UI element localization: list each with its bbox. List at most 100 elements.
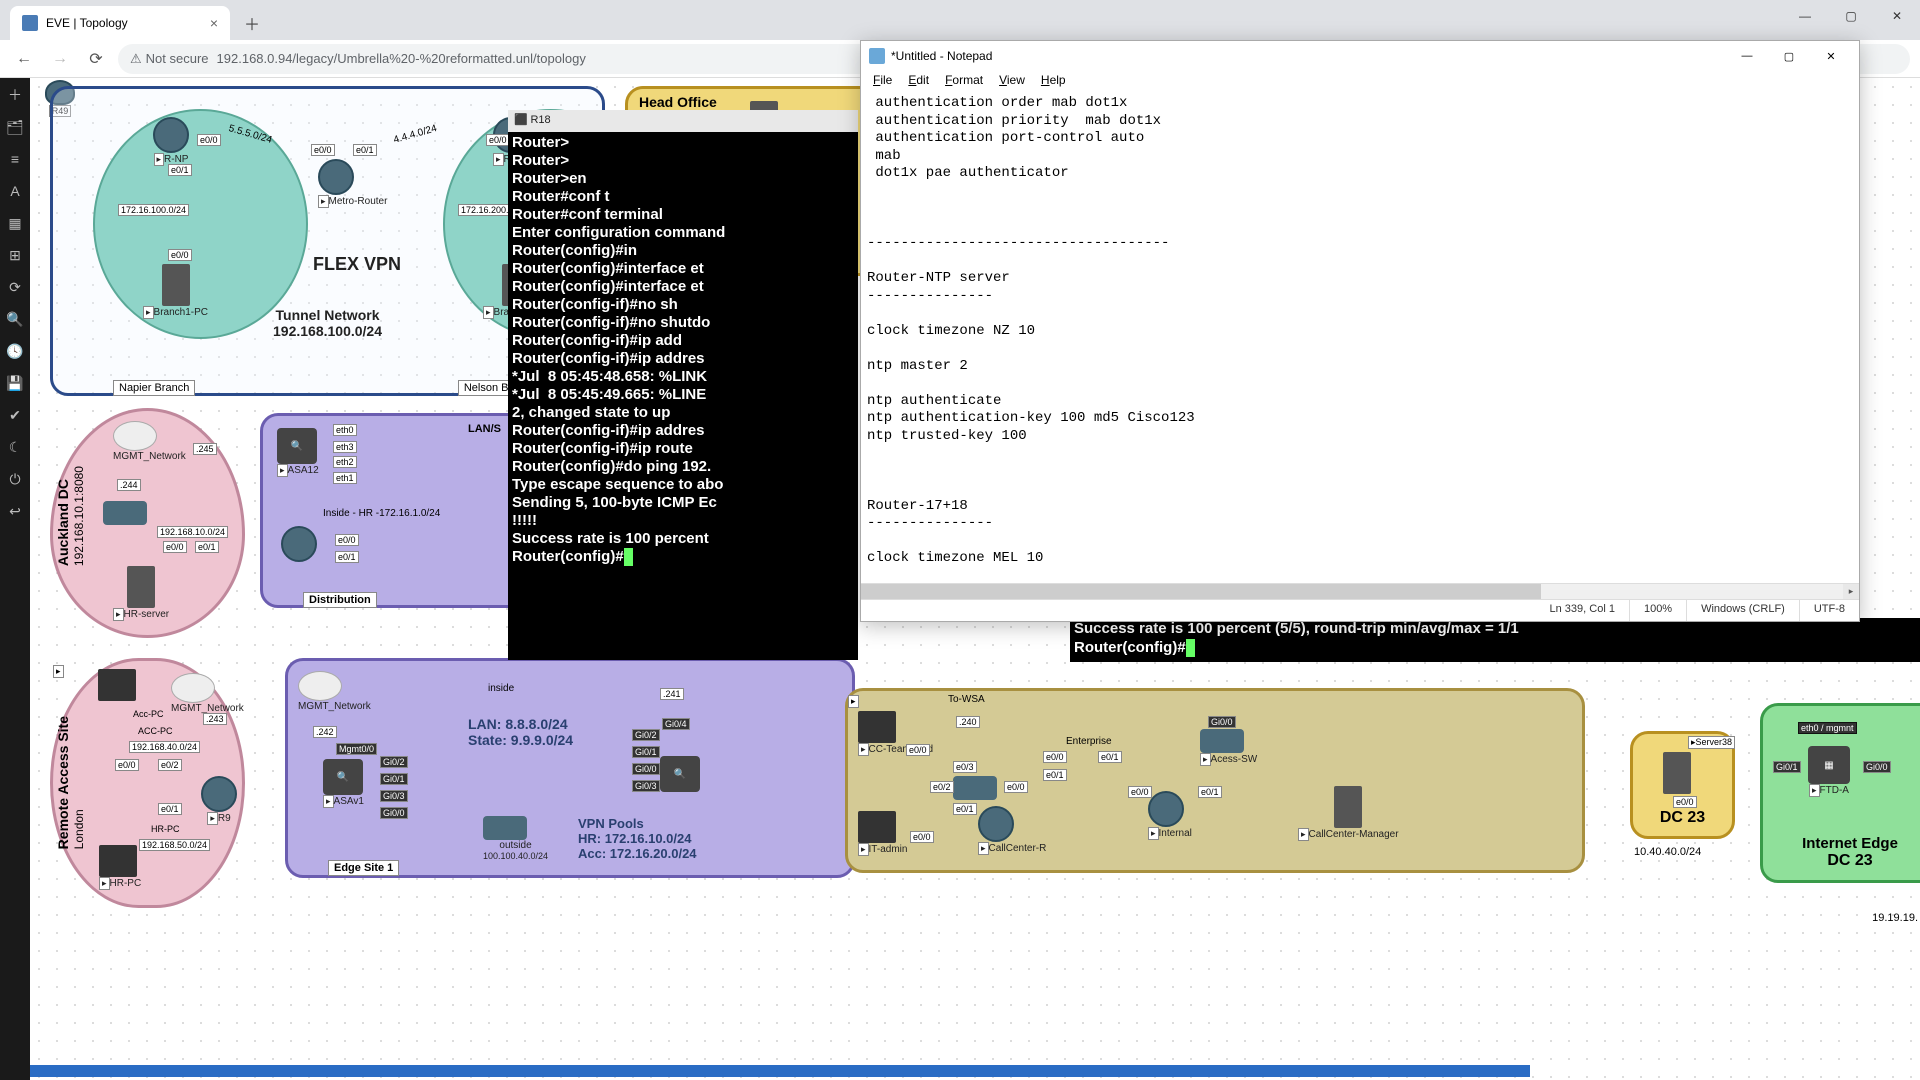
check-icon[interactable]: ✔ <box>6 406 24 424</box>
node-mgmt[interactable]: MGMT_Network <box>298 671 371 712</box>
node-hr-server[interactable]: ▸HR-server <box>113 566 169 621</box>
eve-sidebar: ＋ 🗂 ≡ A ▦ ⊞ ⟳ 🔍 🕓 💾 ✔ ☾ ⏻ ↩ <box>0 78 30 1080</box>
region-label: Head Office <box>634 93 722 111</box>
region-distribution[interactable]: LAN/S 🔍▸ASA12 eth0 eth3 eth2 eth1 Inside… <box>260 413 540 608</box>
pool-label: LAN: 8.8.8.0/24 State: 9.9.9.0/24 <box>468 716 573 748</box>
node-asav2[interactable]: 🔍 <box>660 756 700 792</box>
iface: Gi0/3 <box>380 790 408 802</box>
region-edge-site-1[interactable]: MGMT_Network .242 Mgmt0/0 🔍▸ASAv1 Gi0/2 … <box>285 658 855 878</box>
node-ftd-a[interactable]: ▦▸FTD-A <box>1808 746 1850 797</box>
grid2-icon[interactable]: ⊞ <box>6 246 24 264</box>
node-metro[interactable]: ▸Metro-Router <box>318 159 387 208</box>
node-server38[interactable] <box>1663 752 1691 794</box>
moon-icon[interactable]: ☾ <box>6 438 24 456</box>
bottom-bar <box>30 1065 1530 1077</box>
reload-button[interactable]: ⟳ <box>82 45 110 73</box>
menu-file[interactable]: File <box>867 71 898 93</box>
subnet: 192.168.40.0/24 <box>129 741 200 753</box>
iface: Gi0/2 <box>632 729 660 741</box>
close-icon[interactable]: × <box>210 15 218 31</box>
node-mgmt[interactable]: MGMT_Network <box>171 673 244 714</box>
menu-help[interactable]: Help <box>1035 71 1072 93</box>
node-hr-pc[interactable]: ▸HR-PC <box>99 845 141 890</box>
region-auckland-dc[interactable]: Auckland DC192.168.10.1:8080 MGMT_Networ… <box>50 408 245 638</box>
font-icon[interactable]: A <box>6 182 24 200</box>
clock-icon[interactable]: 🕓 <box>6 342 24 360</box>
terminal-r18[interactable]: ⬛ R18 Router> Router> Router>en Router#c… <box>508 110 858 660</box>
url-text: 192.168.0.94/legacy/Umbrella%20-%20refor… <box>217 51 586 66</box>
menu-format[interactable]: Format <box>939 71 989 93</box>
node-r9[interactable]: ▸R9 <box>201 776 237 825</box>
node-it-admin[interactable]: ▸IT-admin <box>858 811 907 856</box>
terminal-output-2[interactable]: Success rate is 100 percent (5/5), round… <box>1070 618 1920 662</box>
status-eol: Windows (CRLF) <box>1686 600 1799 621</box>
node-callcenter-r[interactable]: ▸CallCenter-R <box>978 806 1046 855</box>
notepad-menu-bar: File Edit Format View Help <box>861 71 1859 93</box>
region-label: Distribution <box>303 592 377 608</box>
iface: Gi0/4 <box>662 718 690 730</box>
region-label: FLEX VPN <box>313 254 401 275</box>
iface: Gi0/3 <box>632 780 660 792</box>
region-dc23[interactable]: ▸Server38 e0/0 DC 23 <box>1630 731 1735 839</box>
terminal-title-bar[interactable]: ⬛ R18 <box>508 110 858 132</box>
save-icon[interactable]: 💾 <box>6 374 24 392</box>
new-tab-button[interactable]: ＋ <box>238 9 266 37</box>
node-mgmt-net[interactable]: MGMT_Network <box>113 421 186 462</box>
refresh-icon[interactable]: ⟳ <box>6 278 24 296</box>
node-r-np[interactable]: ▸R-NP <box>153 117 189 166</box>
iface: e0/1 <box>195 541 219 553</box>
region-internet-edge[interactable]: eth0 / mgmnt ▦▸FTD-A Gi0/1 Gi0/0 Interne… <box>1760 703 1920 883</box>
menu-view[interactable]: View <box>993 71 1031 93</box>
power-icon[interactable]: ⏻ <box>6 470 24 488</box>
browser-tab[interactable]: EVE | Topology × <box>10 6 230 40</box>
notepad-title-bar[interactable]: *Untitled - Notepad — ▢ ✕ <box>861 41 1859 71</box>
iface: Mgmt0/0 <box>336 743 377 755</box>
node-cc-manager[interactable]: ▸CallCenter-Manager <box>1298 786 1399 841</box>
iface: e0/0 <box>311 144 335 156</box>
zoom-icon[interactable]: 🔍 <box>6 310 24 328</box>
maximize-button[interactable]: ▢ <box>1769 45 1809 67</box>
vpn-pools: VPN Pools HR: 172.16.10.0/24 Acc: 172.16… <box>578 816 697 861</box>
subnet: 19.19.19. <box>1872 912 1918 924</box>
region-remote-access[interactable]: Remote Access SiteLondon MGMT_Network ▸A… <box>50 658 245 908</box>
notepad-h-scrollbar[interactable]: ▸ <box>861 583 1859 599</box>
ip-label: .243 <box>203 713 227 725</box>
notepad-text-area[interactable]: authentication order mab dot1x authentic… <box>861 93 1859 583</box>
node-switch[interactable] <box>281 526 317 562</box>
menu-edit[interactable]: Edit <box>902 71 935 93</box>
minimize-button[interactable]: — <box>1727 45 1767 67</box>
status-position: Ln 339, Col 1 <box>1536 600 1629 621</box>
subnet: 192.168.10.0/24 <box>157 526 228 538</box>
node-switch[interactable] <box>103 501 147 525</box>
notepad-status-bar: Ln 339, Col 1 100% Windows (CRLF) UTF-8 <box>861 599 1859 621</box>
grid-icon[interactable]: ▦ <box>6 214 24 232</box>
wan-label: 4.4.4.0/24 <box>392 123 438 146</box>
region-label: Remote Access SiteLondon <box>55 716 87 849</box>
node-acc-pc-top[interactable] <box>98 669 136 701</box>
iface: e0/2 <box>158 759 182 771</box>
notepad-window[interactable]: *Untitled - Notepad — ▢ ✕ File Edit Form… <box>860 40 1860 622</box>
minimize-button[interactable]: — <box>1782 0 1828 32</box>
forward-button[interactable]: → <box>46 45 74 73</box>
region-callcenter[interactable]: To-WSA .240 ▸CC-TeamLead e0/0 e0/3 e0/2 … <box>845 688 1585 873</box>
list-icon[interactable]: ≡ <box>6 150 24 168</box>
node-switch[interactable] <box>953 776 997 800</box>
node-branch1[interactable]: ▸Branch1-PC <box>143 264 208 319</box>
node-internal[interactable]: ▸Internal <box>1148 791 1192 840</box>
security-indicator[interactable]: ⚠ Not secure <box>130 51 209 67</box>
iface: eth2 <box>333 456 357 468</box>
terminal-body[interactable]: Router> Router> Router>en Router#conf t … <box>508 132 858 568</box>
files-icon[interactable]: 🗂 <box>6 118 24 136</box>
lab-icon[interactable]: ↩ <box>6 502 24 520</box>
node-asa12[interactable]: 🔍▸ASA12 <box>277 428 319 477</box>
add-icon[interactable]: ＋ <box>6 86 24 104</box>
close-button[interactable]: ✕ <box>1811 45 1851 67</box>
back-button[interactable]: ← <box>10 45 38 73</box>
close-button[interactable]: ✕ <box>1874 0 1920 32</box>
notepad-icon <box>869 48 885 64</box>
node-outside-sw[interactable]: outside100.100.40.0/24 <box>483 816 548 862</box>
iface: e0/0 <box>168 249 192 261</box>
node-asav1[interactable]: 🔍▸ASAv1 <box>323 759 364 808</box>
maximize-button[interactable]: ▢ <box>1828 0 1874 32</box>
node-access-sw[interactable]: ▸Acess-SW <box>1200 729 1257 766</box>
